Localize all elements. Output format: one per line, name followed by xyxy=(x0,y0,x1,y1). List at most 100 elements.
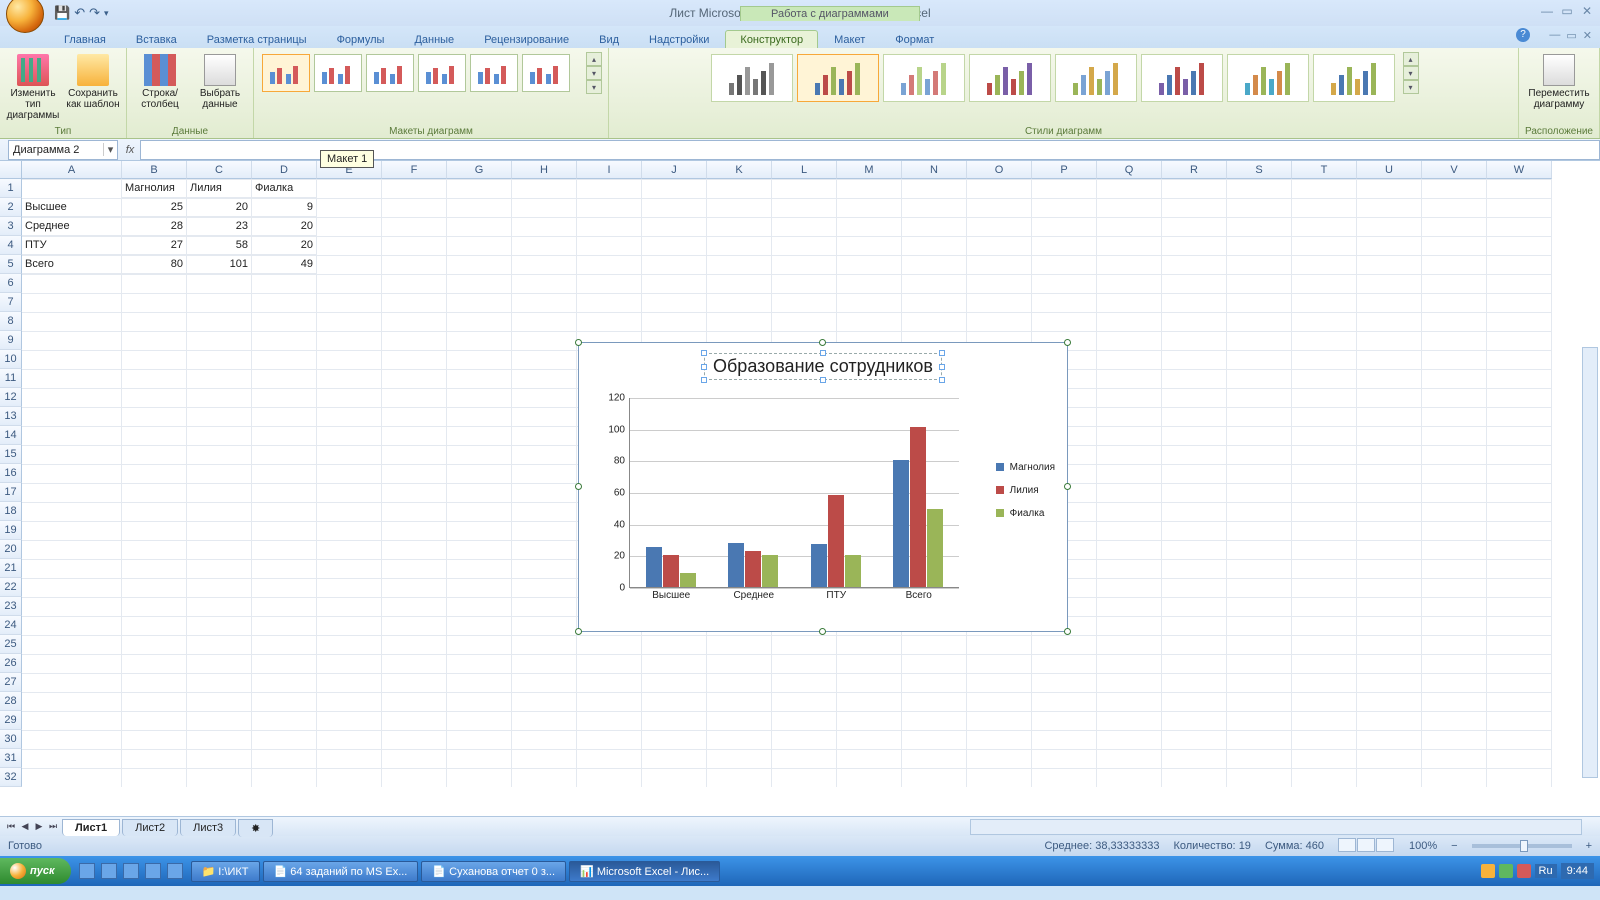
cell-B3[interactable]: 28 xyxy=(122,217,187,236)
ql-icon[interactable] xyxy=(101,863,117,879)
row-header[interactable]: 23 xyxy=(0,597,22,616)
redo-icon[interactable]: ↷ xyxy=(89,5,100,21)
fx-icon[interactable]: fx xyxy=(120,144,140,156)
clock[interactable]: 9:44 xyxy=(1561,863,1594,879)
tab-data[interactable]: Данные xyxy=(400,31,468,48)
tab-home[interactable]: Главная xyxy=(50,31,120,48)
row-header[interactable]: 31 xyxy=(0,749,22,768)
chart-bar[interactable] xyxy=(927,509,943,587)
column-header[interactable]: Q xyxy=(1097,161,1162,179)
row-header[interactable]: 10 xyxy=(0,350,22,369)
column-header[interactable]: C xyxy=(187,161,252,179)
last-sheet-icon[interactable]: ⏭ xyxy=(46,821,60,832)
column-header[interactable]: O xyxy=(967,161,1032,179)
gallery-up-icon[interactable]: ▴ xyxy=(586,52,602,66)
column-header[interactable]: W xyxy=(1487,161,1552,179)
chart-title[interactable]: Образование сотрудников xyxy=(704,353,942,380)
gallery-down-icon[interactable]: ▾ xyxy=(586,66,602,80)
tab-page-layout[interactable]: Разметка страницы xyxy=(193,31,321,48)
help-icon[interactable]: ? xyxy=(1516,28,1530,42)
column-header[interactable]: U xyxy=(1357,161,1422,179)
legend-item[interactable]: Лилия xyxy=(996,481,1055,499)
close-icon[interactable]: ✕ xyxy=(1580,4,1594,18)
wb-close-icon[interactable]: ✕ xyxy=(1583,29,1592,42)
row-header[interactable]: 18 xyxy=(0,502,22,521)
tab-chart-layout[interactable]: Макет xyxy=(820,31,879,48)
chart-layouts-gallery[interactable] xyxy=(260,52,580,94)
column-header[interactable]: J xyxy=(642,161,707,179)
save-icon[interactable]: 💾 xyxy=(54,5,70,21)
sheet-tab-3[interactable]: Лист3 xyxy=(180,819,236,836)
cell-B4[interactable]: 27 xyxy=(122,236,187,255)
column-header[interactable]: N xyxy=(902,161,967,179)
tab-formulas[interactable]: Формулы xyxy=(323,31,399,48)
row-header[interactable]: 12 xyxy=(0,388,22,407)
tray-icon[interactable] xyxy=(1517,864,1531,878)
row-header[interactable]: 27 xyxy=(0,673,22,692)
taskbar-item[interactable]: 📄 64 заданий по MS Ex... xyxy=(263,861,419,882)
chart-layout-option[interactable] xyxy=(314,54,362,92)
resize-handle[interactable] xyxy=(1064,628,1071,635)
row-header[interactable]: 24 xyxy=(0,616,22,635)
chart-layout-option[interactable] xyxy=(366,54,414,92)
row-header[interactable]: 5 xyxy=(0,255,22,274)
wb-restore-icon[interactable]: ▭ xyxy=(1566,29,1576,42)
chart-layout-option[interactable] xyxy=(470,54,518,92)
resize-handle[interactable] xyxy=(1064,483,1071,490)
row-header[interactable]: 32 xyxy=(0,768,22,787)
tab-addins[interactable]: Надстройки xyxy=(635,31,723,48)
row-header[interactable]: 9 xyxy=(0,331,22,350)
column-header[interactable]: G xyxy=(447,161,512,179)
name-box[interactable]: Диаграмма 2 ▾ xyxy=(8,140,118,160)
chart-bar[interactable] xyxy=(745,551,761,587)
row-header[interactable]: 20 xyxy=(0,540,22,559)
sheet-tab-1[interactable]: Лист1 xyxy=(62,819,120,836)
zoom-slider[interactable] xyxy=(1472,844,1572,848)
column-header[interactable]: S xyxy=(1227,161,1292,179)
column-header[interactable]: H xyxy=(512,161,577,179)
first-sheet-icon[interactable]: ⏮ xyxy=(4,821,18,832)
column-header[interactable]: T xyxy=(1292,161,1357,179)
cell-D3[interactable]: 20 xyxy=(252,217,317,236)
row-header[interactable]: 8 xyxy=(0,312,22,331)
resize-handle[interactable] xyxy=(575,483,582,490)
chart-legend[interactable]: МагнолияЛилияФиалка xyxy=(996,453,1055,527)
styles-up-icon[interactable]: ▴ xyxy=(1403,52,1419,66)
chart-layout-option[interactable] xyxy=(418,54,466,92)
save-as-template-button[interactable]: Сохранить как шаблон xyxy=(66,52,120,110)
row-header[interactable]: 13 xyxy=(0,407,22,426)
row-header[interactable]: 26 xyxy=(0,654,22,673)
horizontal-scrollbar[interactable] xyxy=(970,819,1582,835)
column-header[interactable]: R xyxy=(1162,161,1227,179)
tab-chart-format[interactable]: Формат xyxy=(881,31,948,48)
cell-C2[interactable]: 20 xyxy=(187,198,252,217)
chart-style-option[interactable] xyxy=(969,54,1051,102)
cell-C3[interactable]: 23 xyxy=(187,217,252,236)
row-header[interactable]: 11 xyxy=(0,369,22,388)
column-header[interactable]: A xyxy=(22,161,122,179)
row-header[interactable]: 30 xyxy=(0,730,22,749)
column-header[interactable]: I xyxy=(577,161,642,179)
resize-handle[interactable] xyxy=(1064,339,1071,346)
chart-plot-area[interactable]: 020406080100120ВысшееСреднееПТУВсего xyxy=(629,398,959,588)
chart-bar[interactable] xyxy=(728,543,744,587)
row-header[interactable]: 7 xyxy=(0,293,22,312)
chart-bar[interactable] xyxy=(845,555,861,587)
chart-style-option[interactable] xyxy=(883,54,965,102)
row-header[interactable]: 17 xyxy=(0,483,22,502)
column-header[interactable]: M xyxy=(837,161,902,179)
styles-more-icon[interactable]: ▾ xyxy=(1403,80,1419,94)
qat-dropdown-icon[interactable]: ▾ xyxy=(104,8,109,19)
chart-bar[interactable] xyxy=(893,460,909,587)
start-button[interactable]: пуск xyxy=(0,858,71,884)
move-chart-button[interactable]: Переместить диаграмму xyxy=(1532,52,1586,110)
tab-view[interactable]: Вид xyxy=(585,31,633,48)
legend-item[interactable]: Магнолия xyxy=(996,458,1055,476)
change-chart-type-button[interactable]: Изменить тип диаграммы xyxy=(6,52,60,121)
row-header[interactable]: 29 xyxy=(0,711,22,730)
next-sheet-icon[interactable]: ▶ xyxy=(32,821,46,832)
prev-sheet-icon[interactable]: ◀ xyxy=(18,821,32,832)
switch-row-column-button[interactable]: Строка/столбец xyxy=(133,52,187,110)
column-header[interactable]: F xyxy=(382,161,447,179)
column-header[interactable]: D xyxy=(252,161,317,179)
